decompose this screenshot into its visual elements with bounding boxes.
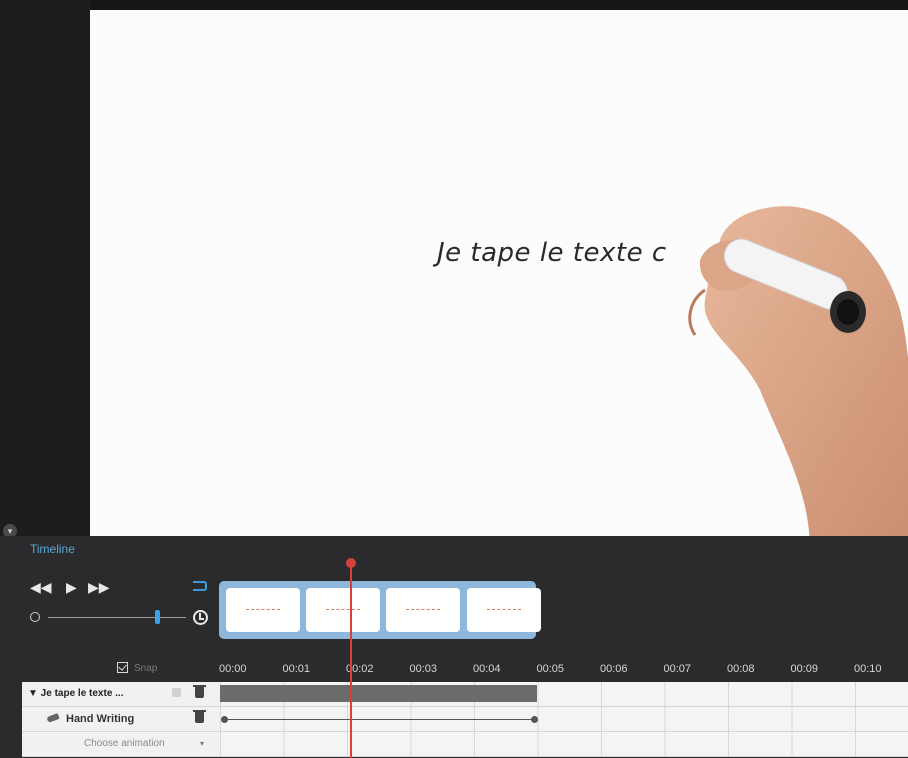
ruler-tick-label: 00:00 [219, 663, 247, 675]
snap-label: Snap [134, 663, 158, 674]
ruler-tick-label: 00:04 [473, 663, 501, 675]
ruler-tick-label: 00:09 [790, 663, 819, 675]
hand-with-marker-image [688, 206, 908, 536]
timeline-title: Timeline [30, 542, 75, 556]
track-row[interactable]: Hand Writing [22, 707, 908, 732]
ruler-tick-label: 00:10 [854, 663, 882, 675]
trash-icon[interactable] [193, 710, 206, 723]
lock-icon[interactable] [172, 688, 181, 697]
track-row[interactable]: ▼ Je tape le texte ... [22, 682, 908, 707]
track-header[interactable]: ▼ Je tape le texte ... [22, 682, 220, 707]
left-gutter [0, 0, 90, 536]
ruler-tick-label: 00:08 [727, 663, 755, 675]
scene-thumbnail-strip[interactable] [219, 581, 541, 639]
animation-end-handle[interactable] [531, 716, 538, 723]
track-label[interactable]: ▼ Je tape le texte ... [28, 688, 124, 699]
track-label[interactable]: Hand Writing [66, 713, 134, 725]
chevron-down-icon[interactable]: ▾ [200, 739, 204, 748]
ruler-tick-label: 00:03 [409, 663, 438, 675]
scene-thumbnail[interactable] [386, 588, 460, 632]
track-grid[interactable] [220, 732, 908, 757]
snap-checkbox-icon[interactable] [117, 662, 128, 673]
top-bar [0, 0, 908, 10]
animation-start-handle[interactable] [221, 716, 228, 723]
speed-fast-icon [193, 610, 208, 625]
trash-icon[interactable] [193, 685, 206, 698]
scene-thumbnail[interactable] [306, 588, 380, 632]
track-row[interactable]: Choose animation ▾ [22, 732, 908, 757]
ruler-tick-label: 00:06 [600, 663, 628, 675]
play-icon[interactable]: ▶ [66, 580, 77, 594]
pen-icon [46, 713, 60, 723]
track-header[interactable]: Choose animation ▾ [22, 732, 220, 757]
scene-thumbnail[interactable] [226, 588, 300, 632]
speed-slider-thumb[interactable] [155, 610, 160, 624]
speed-slider[interactable] [48, 617, 186, 618]
snap-toggle[interactable]: Snap [117, 662, 157, 674]
rewind-icon[interactable]: ◀◀ [30, 580, 52, 594]
playhead-handle[interactable] [346, 558, 356, 568]
ruler-tick-label: 00:07 [663, 663, 692, 675]
choose-animation-label[interactable]: Choose animation [84, 738, 165, 749]
track-list: ▼ Je tape le texte ... Hand Writing Choo… [22, 682, 908, 758]
canvas-area[interactable]: Je tape le texte c [90, 10, 908, 536]
ruler-tick-label: 00:05 [536, 663, 565, 675]
ruler-tick-label: 00:01 [282, 663, 311, 675]
track-header[interactable]: Hand Writing [22, 707, 220, 732]
playhead-line[interactable] [350, 563, 352, 758]
canvas-text[interactable]: Je tape le texte c [437, 238, 667, 268]
text-clip-bar[interactable] [220, 685, 537, 702]
animation-duration-line[interactable] [224, 719, 534, 720]
timeline-panel: Timeline ◀◀ ▶ ▶▶ Snap 00:00 00:01 00:02 00:… [0, 536, 908, 758]
scene-thumbnail[interactable] [467, 588, 541, 632]
loop-icon[interactable] [193, 581, 207, 591]
fast-forward-icon[interactable]: ▶▶ [88, 580, 110, 594]
speed-slow-icon [30, 612, 40, 622]
